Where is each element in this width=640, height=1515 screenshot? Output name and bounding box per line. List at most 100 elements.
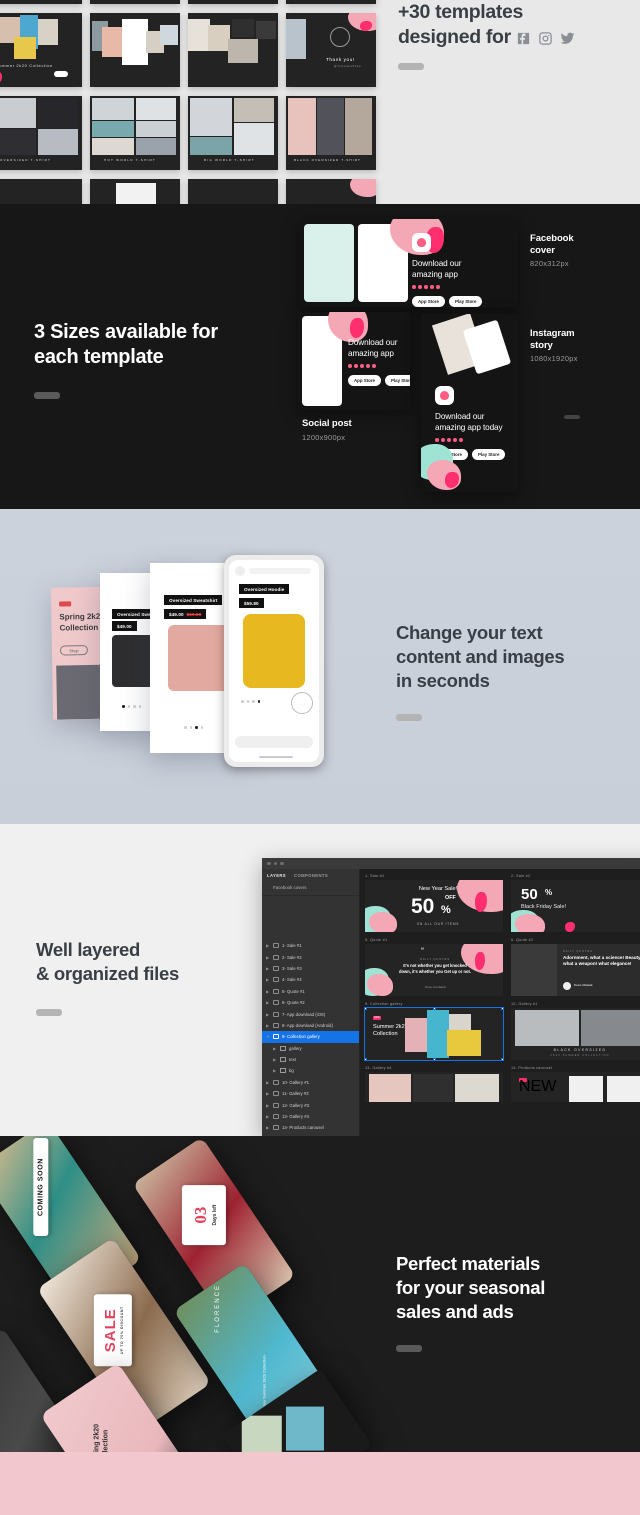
- window-close-icon[interactable]: [267, 861, 271, 866]
- disclosure-triangle-icon[interactable]: ▶: [266, 1114, 270, 1119]
- store-buttons: App Store Play Store: [412, 296, 483, 307]
- template-card[interactable]: what elegance! Coco Chanel: [90, 0, 180, 4]
- template-card[interactable]: HOT WORLD T-SHIRT: [90, 96, 180, 170]
- layer-row[interactable]: ▶ text: [262, 1054, 359, 1065]
- template-card[interactable]: [188, 179, 278, 204]
- layer-name: 7- App download (iOS): [282, 1011, 326, 1017]
- template-card[interactable]: [286, 0, 376, 4]
- template-card[interactable]: Summer 2k20 Collection: [0, 13, 82, 87]
- artboard-selected[interactable]: 9- Collection gallery NEW Summer 2k20 Co…: [364, 1002, 504, 1061]
- tab-layers[interactable]: LAYERS: [267, 873, 286, 878]
- headline-line-2: designed for: [398, 26, 511, 48]
- app-canvas[interactable]: 1- Sale #1 New Year Sale! 50 % OFF ON AL…: [360, 869, 640, 1136]
- dimensions: 1200x900px: [302, 432, 346, 442]
- disclosure-triangle-icon[interactable]: ▶: [266, 989, 270, 994]
- template-card[interactable]: [188, 13, 278, 87]
- layer-row[interactable]: ▶ 4- Sale #4: [262, 974, 359, 985]
- artboard[interactable]: 14- Products carousel NEW: [511, 1066, 640, 1102]
- template-card[interactable]: [90, 13, 180, 87]
- artboard-icon: [273, 988, 279, 994]
- tab-components[interactable]: COMPONENTS: [294, 873, 328, 878]
- layer-row[interactable]: ▶ 5- Quote #1: [262, 986, 359, 997]
- carousel-dots[interactable]: [122, 705, 141, 708]
- instagram-story-label: Instagram story 1080x1920px: [530, 328, 578, 363]
- play-store-button[interactable]: Play Store: [448, 296, 483, 307]
- layer-row[interactable]: ▶ 2- Sale #2: [262, 951, 359, 962]
- template-card[interactable]: BLACK OVERSIZED T-SHIRT: [286, 96, 376, 170]
- disclosure-triangle-icon[interactable]: ▶: [266, 977, 270, 982]
- layer-row[interactable]: ▼ 9- Collection gallery: [262, 1031, 359, 1043]
- layer-row[interactable]: ▶ 1- Sale #1: [262, 940, 359, 951]
- product-price: $49.00: [112, 621, 137, 631]
- app-store-button[interactable]: App Store: [412, 296, 445, 307]
- disclosure-triangle-icon[interactable]: ▶: [273, 1046, 277, 1051]
- design-app-window[interactable]: LAYERS COMPONENTS Facebook covers ▶ 1- Sa…: [262, 858, 640, 1136]
- artboard-row: 1- Sale #1 New Year Sale! 50 % OFF ON AL…: [365, 874, 640, 932]
- artboard[interactable]: 13- Gallery #4: [365, 1066, 503, 1102]
- artboard[interactable]: 2- Sale #2 50 % Black Friday Sale!: [511, 874, 640, 932]
- layer-row[interactable]: ▶ 12- Gallery #3: [262, 1099, 359, 1110]
- template-card[interactable]: [188, 0, 278, 4]
- artboard[interactable]: 10- Gallery #1 BLACK OVERSIZED 2K20 SUMM…: [511, 1002, 640, 1060]
- layer-row[interactable]: ▶ 7- App download (iOS): [262, 1008, 359, 1019]
- disclosure-triangle-icon[interactable]: ▶: [266, 943, 270, 948]
- disclosure-triangle-icon[interactable]: ▶: [266, 1012, 270, 1017]
- carousel-dots[interactable]: [184, 726, 203, 729]
- layer-row[interactable]: ▶ 11- Gallery #2: [262, 1088, 359, 1099]
- disclosure-triangle-icon[interactable]: ▶: [266, 1023, 270, 1028]
- template-card[interactable]: Thank you! @TemplateShop: [286, 13, 376, 87]
- headline-rule: [396, 1345, 422, 1352]
- disclosure-triangle-icon[interactable]: ▶: [266, 955, 270, 960]
- template-card[interactable]: up or not. Vince Lombardi: [0, 0, 82, 4]
- layer-row[interactable]: ▶ gallery: [262, 1043, 359, 1054]
- play-store-button[interactable]: Play Store: [384, 375, 410, 386]
- artboard[interactable]: 6- Quote #2 DAILY QUOTES Adornment, what…: [511, 938, 640, 996]
- play-store-button[interactable]: Play Store: [471, 449, 506, 460]
- layer-name: 12- Gallery #3: [282, 1102, 309, 1108]
- headline-rule: [396, 714, 422, 721]
- disclosure-triangle-icon[interactable]: ▶: [266, 1125, 270, 1130]
- layer-list[interactable]: ▶ 1- Sale #1 ▶ 2- Sale #2 ▶ 3- Sale #3 ▶ 4- Sal…: [262, 940, 359, 1136]
- layer-name: 6- Quote #2: [282, 1000, 305, 1006]
- twitter-icon: [560, 32, 575, 44]
- layer-row[interactable]: ▶ 8- App download (Android): [262, 1020, 359, 1031]
- artboard[interactable]: 5- Quote #1 “ DAILY QUOTES It's not whet…: [365, 938, 503, 996]
- layer-row[interactable]: ▶ 3- Sale #3: [262, 963, 359, 974]
- layer-row[interactable]: ▶ 14- Products carousel: [262, 1122, 359, 1133]
- disclosure-triangle-icon[interactable]: ▼: [266, 1034, 270, 1039]
- phone-mockup[interactable]: Oversized Hoodie $59.80: [224, 555, 324, 767]
- disclosure-triangle-icon[interactable]: ▶: [266, 1091, 270, 1096]
- window-minimize-icon[interactable]: [273, 861, 277, 866]
- headline-line-3: in seconds: [396, 670, 490, 691]
- template-card[interactable]: [90, 179, 180, 204]
- template-card[interactable]: OVERSIZED T-SHIRT: [0, 96, 82, 170]
- disclosure-triangle-icon[interactable]: ▶: [266, 1000, 270, 1005]
- template-card[interactable]: BIG WORLD T-SHIRT: [188, 96, 278, 170]
- social-post-mockup[interactable]: Download our amazing app App Store Play …: [298, 312, 410, 410]
- layers-panel[interactable]: LAYERS COMPONENTS Facebook covers ▶ 1- Sa…: [262, 869, 360, 1136]
- disclosure-triangle-icon[interactable]: ▶: [266, 1103, 270, 1108]
- layer-row[interactable]: ▶ 13- Gallery #4: [262, 1111, 359, 1122]
- section-sizes: 3 Sizes available for each template Down…: [0, 204, 640, 509]
- app-promo-title: Download our amazing app: [348, 338, 398, 358]
- disclosure-triangle-icon[interactable]: ▶: [273, 1068, 277, 1073]
- layer-row[interactable]: ▶ bg: [262, 1065, 359, 1076]
- facebook-cover-mockup[interactable]: Download our amazing app App Store Play …: [300, 219, 518, 307]
- sizes-headline: 3 Sizes available for each template: [34, 320, 218, 370]
- layer-row[interactable]: ▶ 6- Quote #2: [262, 997, 359, 1008]
- template-card[interactable]: [286, 179, 376, 204]
- artboard[interactable]: 1- Sale #1 New Year Sale! 50 % OFF ON AL…: [365, 874, 503, 932]
- instagram-story-mockup[interactable]: Download our amazing app today App Store…: [421, 314, 519, 492]
- app-store-button[interactable]: App Store: [348, 375, 381, 386]
- template-card[interactable]: [0, 179, 82, 204]
- headline-line-1: +30 templates: [398, 1, 523, 23]
- layer-group-icon: [280, 1045, 286, 1051]
- disclosure-triangle-icon[interactable]: ▶: [266, 966, 270, 971]
- layer-row[interactable]: ▶ 10- Gallery #1: [262, 1077, 359, 1088]
- disclosure-triangle-icon[interactable]: ▶: [273, 1057, 277, 1062]
- document-name[interactable]: Facebook covers: [262, 881, 359, 896]
- window-maximize-icon[interactable]: [280, 861, 284, 866]
- carousel-dots[interactable]: [241, 700, 260, 703]
- shop-button[interactable]: Shop: [59, 645, 89, 656]
- disclosure-triangle-icon[interactable]: ▶: [266, 1080, 270, 1085]
